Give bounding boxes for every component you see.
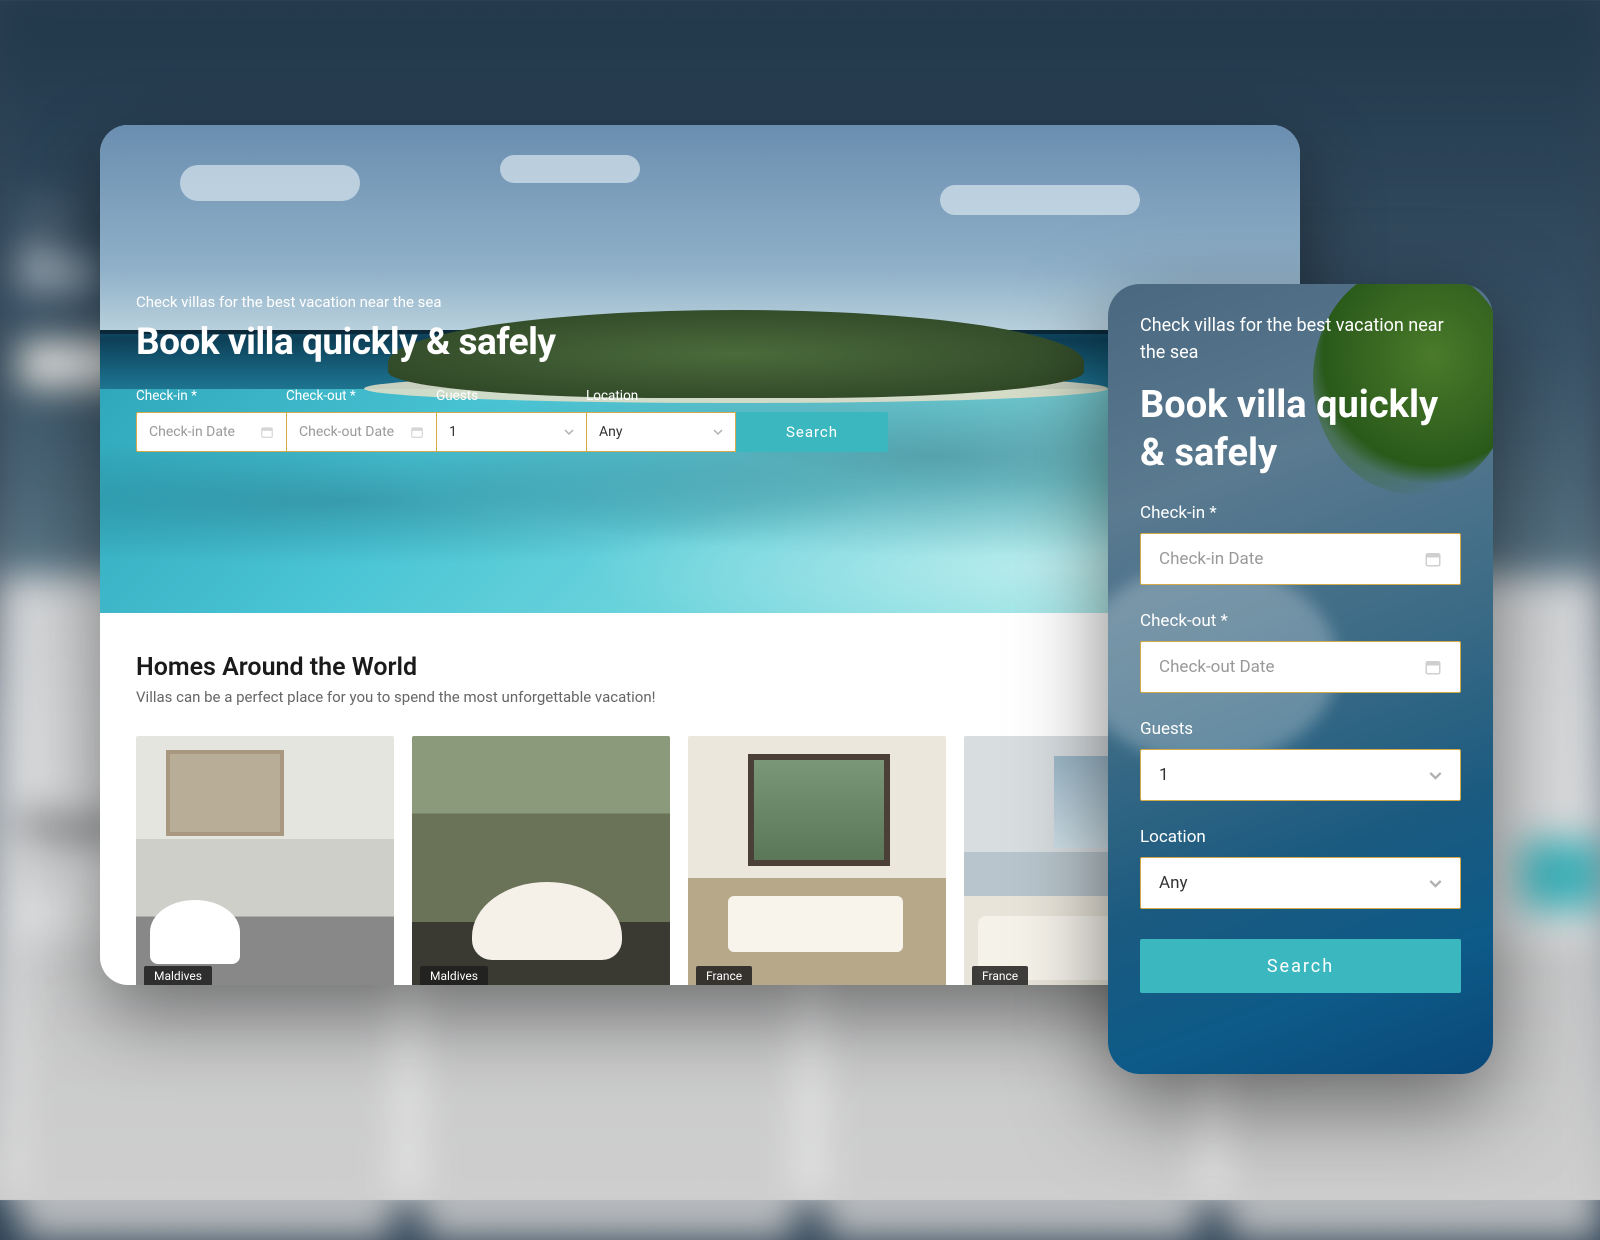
villa-image: [136, 736, 394, 985]
checkin-placeholder: Check-in Date: [149, 424, 235, 440]
mobile-checkin-input[interactable]: Check-in Date: [1140, 533, 1461, 585]
mobile-checkout-input[interactable]: Check-out Date: [1140, 641, 1461, 693]
mobile-checkout-label: Check-out *: [1140, 611, 1461, 631]
mobile-checkin-placeholder: Check-in Date: [1159, 549, 1263, 569]
homes-subtitle: Villas can be a perfect place for you to…: [136, 688, 656, 706]
mobile-checkin-label: Check-in *: [1140, 503, 1461, 523]
guests-label: Guests: [436, 388, 586, 404]
chevron-down-icon: [1429, 877, 1442, 890]
guests-select[interactable]: 1: [436, 412, 586, 452]
villa-card[interactable]: Maldives: [136, 736, 394, 985]
mobile-guests-value: 1: [1159, 765, 1169, 785]
checkout-label: Check-out *: [286, 388, 436, 404]
mobile-headline: Book villa quickly & safely: [1140, 382, 1461, 477]
calendar-icon: [1424, 550, 1442, 568]
mobile-location-value: Any: [1159, 873, 1188, 893]
homes-title: Homes Around the World: [136, 653, 656, 682]
location-badge: France: [972, 966, 1028, 985]
villa-image: [688, 736, 946, 985]
mobile-guests-label: Guests: [1140, 719, 1461, 739]
mobile-guests-select[interactable]: 1: [1140, 749, 1461, 801]
mobile-checkout-placeholder: Check-out Date: [1159, 657, 1274, 677]
villa-card[interactable]: France: [688, 736, 946, 985]
chevron-down-icon: [713, 427, 723, 437]
location-badge: Maldives: [420, 966, 488, 985]
mobile-location-select[interactable]: Any: [1140, 857, 1461, 909]
search-button[interactable]: Search: [736, 412, 888, 452]
villa-image: [412, 736, 670, 985]
location-label: Location: [586, 388, 736, 404]
mobile-location-label: Location: [1140, 827, 1461, 847]
chevron-down-icon: [564, 427, 574, 437]
villa-card[interactable]: Maldives: [412, 736, 670, 985]
mobile-search-button[interactable]: Search: [1140, 939, 1461, 993]
chevron-down-icon: [1429, 769, 1442, 782]
calendar-icon: [410, 425, 424, 439]
mobile-preview: Check villas for the best vacation near …: [1108, 284, 1493, 1074]
location-badge: Maldives: [144, 966, 212, 985]
checkout-input[interactable]: Check-out Date: [286, 412, 436, 452]
checkin-label: Check-in *: [136, 388, 286, 404]
mobile-tagline: Check villas for the best vacation near …: [1140, 312, 1461, 366]
hero-headline: Book villa quickly & safely: [136, 321, 1264, 364]
checkin-input[interactable]: Check-in Date: [136, 412, 286, 452]
guests-value: 1: [449, 424, 457, 440]
calendar-icon: [260, 425, 274, 439]
search-bar: Check-in * Check-in Date Check-out * Che…: [136, 388, 1264, 452]
location-badge: France: [696, 966, 752, 985]
location-select[interactable]: Any: [586, 412, 736, 452]
checkout-placeholder: Check-out Date: [299, 424, 394, 440]
calendar-icon: [1424, 658, 1442, 676]
hero-tagline: Check villas for the best vacation near …: [136, 293, 1264, 311]
location-value: Any: [599, 424, 623, 440]
